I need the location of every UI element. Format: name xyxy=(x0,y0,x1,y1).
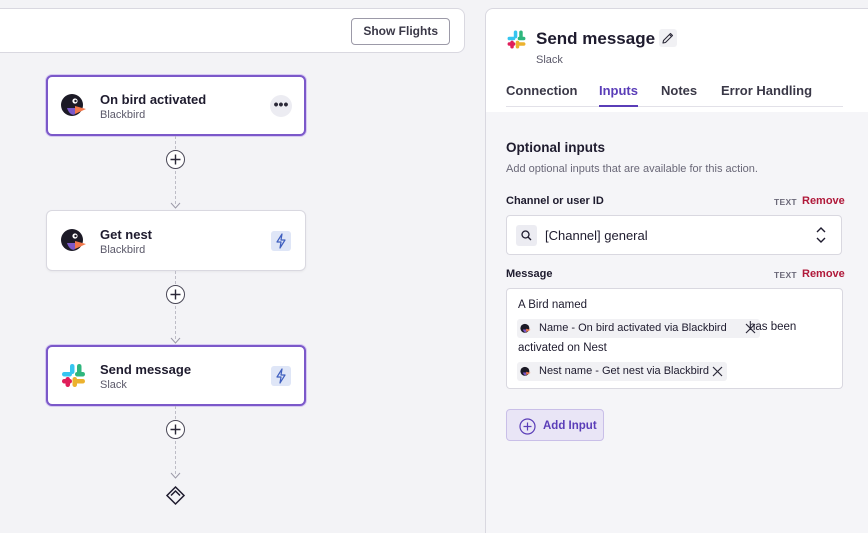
field-type-tag: TEXT xyxy=(774,197,797,207)
remove-channel-button[interactable]: Remove xyxy=(802,195,845,207)
flow-node-send-message[interactable]: Send message Slack xyxy=(46,345,306,406)
node-app-name: Slack xyxy=(100,379,127,391)
add-step-button[interactable] xyxy=(166,285,185,304)
plus-icon xyxy=(170,154,181,165)
add-input-button[interactable]: Add Input xyxy=(506,409,604,441)
tab-inputs[interactable]: Inputs xyxy=(599,83,638,107)
flow-end-icon xyxy=(165,485,186,506)
panel-tabs: Connection Inputs Notes Error Handling xyxy=(506,83,843,107)
flow-node-get-nest[interactable]: Get nest Blackbird xyxy=(46,210,306,271)
variable-pill[interactable]: Nest name - Get nest via Blackbird xyxy=(517,362,727,381)
chevron-up-down-icon xyxy=(816,227,826,243)
node-title: On bird activated xyxy=(100,92,207,107)
tab-notes[interactable]: Notes xyxy=(661,83,697,107)
blackbird-logo-icon xyxy=(520,366,531,376)
node-title: Send message xyxy=(100,362,192,377)
message-text: has been xyxy=(749,321,797,333)
arrow-down-icon xyxy=(170,472,181,479)
lightning-bolt-icon[interactable] xyxy=(271,366,291,386)
section-title: Optional inputs xyxy=(506,140,605,155)
add-input-label: Add Input xyxy=(543,420,597,432)
blackbird-logo-icon xyxy=(520,323,531,333)
plus-icon xyxy=(170,424,181,435)
channel-select-value: [Channel] general xyxy=(545,228,648,243)
channel-select[interactable]: [Channel] general xyxy=(506,215,842,255)
tab-error-handling[interactable]: Error Handling xyxy=(721,83,812,107)
add-step-button[interactable] xyxy=(166,150,185,169)
add-step-button[interactable] xyxy=(166,420,185,439)
show-flights-button[interactable]: Show Flights xyxy=(351,18,450,45)
message-field-label: Message xyxy=(506,268,553,280)
tab-connection[interactable]: Connection xyxy=(506,83,578,107)
node-app-name: Blackbird xyxy=(100,109,146,121)
flow-node-on-bird-activated[interactable]: On bird activated Blackbird ••• xyxy=(46,75,306,136)
edit-pencil-icon[interactable] xyxy=(659,29,677,47)
field-type-tag: TEXT xyxy=(774,270,797,280)
close-icon[interactable] xyxy=(712,366,723,377)
node-title: Get nest xyxy=(100,227,153,242)
section-description: Add optional inputs that are available f… xyxy=(506,163,758,175)
blackbird-logo-icon xyxy=(61,94,86,116)
arrow-down-icon xyxy=(170,202,181,209)
slack-logo-icon xyxy=(507,30,526,49)
step-details-panel: Send message Slack Connection Inputs Not… xyxy=(485,8,868,533)
plus-circle-icon xyxy=(519,418,536,435)
blackbird-logo-icon xyxy=(61,229,86,251)
optional-inputs-section: Optional inputs Add optional inputs that… xyxy=(486,112,868,533)
channel-field-label: Channel or user ID xyxy=(506,195,604,207)
node-app-name: Blackbird xyxy=(100,244,146,256)
message-input[interactable]: A Bird named Name - On bird activated vi… xyxy=(506,288,843,389)
message-text: activated on Nest xyxy=(518,342,607,354)
more-icon[interactable]: ••• xyxy=(270,95,292,117)
arrow-down-icon xyxy=(170,337,181,344)
slack-logo-icon xyxy=(62,364,85,387)
plus-icon xyxy=(170,289,181,300)
panel-title: Send message xyxy=(536,29,656,48)
variable-pill-label: Name - On bird activated via Blackbird xyxy=(539,322,727,334)
flow-canvas[interactable]: Show Flights On bird activated Blackbird… xyxy=(0,0,475,533)
variable-pill-label: Nest name - Get nest via Blackbird xyxy=(539,365,709,377)
message-text: A Bird named xyxy=(518,299,588,311)
remove-message-button[interactable]: Remove xyxy=(802,268,845,280)
lightning-bolt-icon[interactable] xyxy=(271,231,291,251)
canvas-toolbar: Show Flights xyxy=(0,8,465,53)
search-icon xyxy=(516,225,537,246)
variable-pill[interactable]: Name - On bird activated via Blackbird xyxy=(517,319,760,338)
panel-app-name: Slack xyxy=(536,54,563,66)
